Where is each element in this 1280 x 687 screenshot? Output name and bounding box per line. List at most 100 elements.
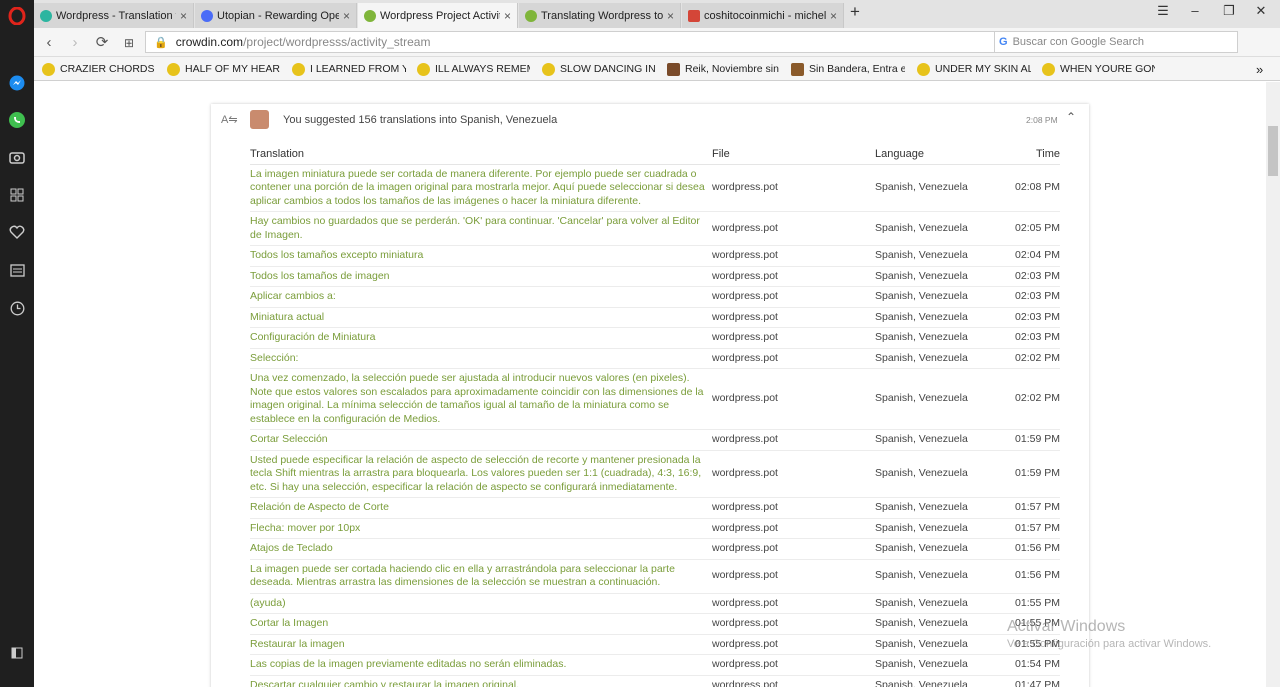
scrollbar-thumb[interactable] [1268, 126, 1278, 176]
close-tab-icon[interactable]: × [667, 9, 674, 23]
file-cell: wordpress.pot [712, 327, 875, 349]
bookmark-1[interactable]: HALF OF MY HEART C [167, 61, 280, 77]
watermark-subtitle: Ve a Configuración para activar Windows. [1007, 638, 1212, 650]
search-input[interactable]: G Buscar con Google Search [994, 31, 1238, 53]
bookmark-label: SLOW DANCING IN A [560, 63, 655, 75]
speed-dial-icon[interactable] [7, 185, 27, 205]
bookmark-4[interactable]: SLOW DANCING IN A [542, 61, 655, 77]
translation-link[interactable]: Cortar Selección [250, 429, 712, 451]
bookmark-icon [542, 62, 555, 76]
translation-link[interactable]: Relación de Aspecto de Corte [250, 497, 712, 519]
tab-1[interactable]: Utopian - Rewarding Oper × [195, 3, 357, 28]
speed-dial-icon[interactable]: ⊞ [119, 33, 139, 53]
translation-link[interactable]: Selección: [250, 348, 712, 369]
close-tab-icon[interactable]: × [180, 9, 187, 23]
tab-4[interactable]: coshitocoinmichi - michel × [682, 3, 844, 28]
language-cell: Spanish, Venezuela [875, 429, 1000, 451]
bookmark-3[interactable]: ILL ALWAYS REMEMB [417, 61, 530, 77]
maximize-icon[interactable]: ❐ [1214, 3, 1244, 19]
translation-link[interactable]: Una vez comenzado, la selección puede se… [250, 368, 712, 430]
translation-link[interactable]: Restaurar la imagen [250, 634, 712, 655]
back-icon[interactable]: ‹ [39, 33, 59, 53]
table-row: Todos los tamaños excepto miniatura wordp… [250, 245, 1060, 267]
time-cell: 01:47 PM [1000, 675, 1060, 687]
tab-2-active[interactable]: Wordpress Project Activity × [358, 3, 518, 28]
table-row: (ayuda) wordpress.pot Spanish, Venezuela 01… [250, 593, 1060, 614]
sidebar-toggle-icon[interactable] [7, 643, 27, 663]
close-tab-icon[interactable]: × [504, 9, 511, 23]
file-cell: wordpress.pot [712, 429, 875, 451]
chevron-up-icon[interactable]: ⌃ [1066, 110, 1076, 124]
col-header-time: Time [1000, 144, 1060, 165]
col-header-language: Language [875, 144, 1000, 165]
bookmark-label: I LEARNED FROM YO [310, 63, 406, 75]
time-cell: 02:02 PM [1000, 348, 1060, 369]
close-window-icon[interactable]: ✕ [1246, 3, 1276, 19]
bookmark-6[interactable]: Sin Bandera, Entra en [791, 61, 905, 77]
news-icon[interactable] [7, 260, 27, 280]
close-tab-icon[interactable]: × [830, 9, 837, 23]
table-row: Descartar cualquier cambio y restaurar l… [250, 675, 1060, 687]
bookmark-0[interactable]: CRAZIER CHORDS (ve [42, 61, 157, 77]
translation-link[interactable]: Atajos de Teclado [250, 538, 712, 560]
translation-link[interactable]: Cortar la Imagen [250, 613, 712, 635]
utopian-icon [201, 9, 213, 22]
table-header-row: Translation File Language Time [250, 144, 1060, 165]
translation-link[interactable]: La imagen miniatura puede ser cortada de… [250, 164, 712, 212]
minimize-icon[interactable]: – [1180, 3, 1210, 18]
close-tab-icon[interactable]: × [343, 9, 350, 23]
bookmark-5[interactable]: Reik, Noviembre sin t [667, 61, 780, 77]
table-row: Las copias de la imagen previamente edit… [250, 654, 1060, 676]
forward-icon[interactable]: › [65, 33, 85, 53]
time-cell: 01:57 PM [1000, 497, 1060, 519]
table-row: Hay cambios no guardados que se perderán… [250, 211, 1060, 246]
translation-link[interactable]: Todos los tamaños excepto miniatura [250, 245, 712, 267]
heart-icon[interactable] [7, 222, 27, 242]
reload-icon[interactable]: ⟳ [92, 33, 112, 53]
steemit-icon [525, 9, 537, 22]
bookmarks-more-button[interactable]: » [1256, 61, 1270, 77]
bookmark-icon [791, 62, 804, 76]
history-icon[interactable] [7, 298, 27, 318]
bookmark-2[interactable]: I LEARNED FROM YO [292, 61, 406, 77]
translation-link[interactable]: La imagen puede ser cortada haciendo cli… [250, 559, 712, 594]
tab-menu-icon[interactable]: ☰ [1148, 3, 1178, 19]
language-cell: Spanish, Venezuela [875, 211, 1000, 246]
opera-logo-icon[interactable] [7, 6, 27, 26]
camera-icon[interactable] [7, 147, 27, 167]
url-field[interactable]: 🔒 crowdin.com/project/wordpresss/activit… [145, 31, 1025, 53]
scrollbar[interactable] [1266, 82, 1280, 687]
translation-link[interactable]: Aplicar cambios a: [250, 286, 712, 308]
tab-3[interactable]: Translating Wordpress to S × [519, 3, 681, 28]
language-cell: Spanish, Venezuela [875, 559, 1000, 594]
table-row: La imagen puede ser cortada haciendo cli… [250, 559, 1060, 594]
whatsapp-icon[interactable] [7, 110, 27, 130]
translation-link[interactable]: (ayuda) [250, 593, 712, 614]
table-row: Miniatura actual wordpress.pot Spanish, Ve… [250, 307, 1060, 328]
new-tab-button[interactable]: + [840, 2, 870, 22]
table-row: Restaurar la imagen wordpress.pot Spanish,… [250, 634, 1060, 655]
col-header-file: File [712, 144, 875, 165]
tab-0[interactable]: Wordpress - Translation fr × [34, 3, 194, 28]
bookmark-7[interactable]: UNDER MY SKIN ALB [917, 61, 1031, 77]
translation-link[interactable]: Todos los tamaños de imagen [250, 266, 712, 287]
crowdin-icon [40, 9, 52, 22]
translation-link[interactable]: Usted puede especificar la relación de a… [250, 450, 712, 498]
translation-link[interactable]: Descartar cualquier cambio y restaurar l… [250, 675, 712, 687]
bookmark-8[interactable]: WHEN YOURE GONE [1042, 61, 1155, 77]
translation-link[interactable]: Las copias de la imagen previamente edit… [250, 654, 712, 676]
language-cell: Spanish, Venezuela [875, 497, 1000, 519]
time-cell: 02:04 PM [1000, 245, 1060, 267]
file-cell: wordpress.pot [712, 368, 875, 430]
translation-link[interactable]: Flecha: mover por 10px [250, 518, 712, 539]
translation-link[interactable]: Miniatura actual [250, 307, 712, 328]
activity-card-header: A⇋ You suggested 156 translations into S… [211, 104, 1089, 136]
messenger-icon[interactable] [7, 73, 27, 93]
translation-link[interactable]: Configuración de Miniatura [250, 327, 712, 349]
activity-title: You suggested 156 translations into Span… [283, 114, 558, 126]
time-cell: 02:08 PM [1000, 164, 1060, 212]
translation-link[interactable]: Hay cambios no guardados que se perderán… [250, 211, 712, 246]
google-icon: G [999, 36, 1008, 48]
time-cell: 02:02 PM [1000, 368, 1060, 430]
tab-label: Translating Wordpress to S [541, 9, 663, 22]
